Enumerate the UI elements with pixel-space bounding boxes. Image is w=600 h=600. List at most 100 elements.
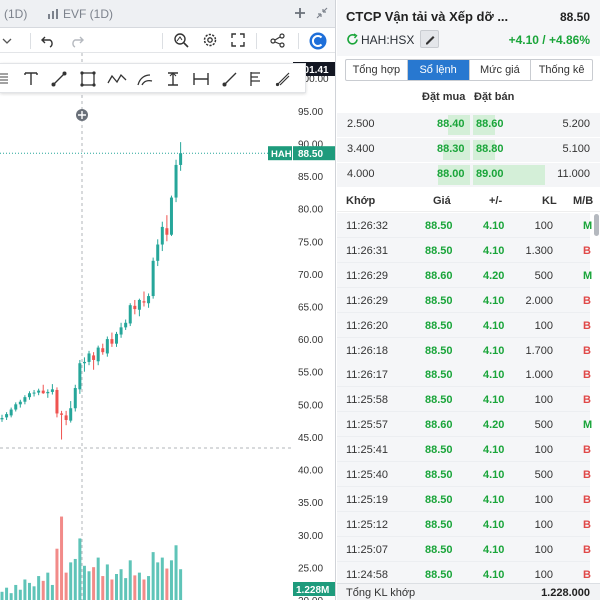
edit-ticker-button[interactable] bbox=[420, 30, 439, 48]
volume-bar bbox=[160, 557, 164, 600]
zoom-search-icon[interactable] bbox=[173, 32, 189, 48]
ask-price[interactable]: 88.80 bbox=[476, 143, 504, 155]
volume-bar bbox=[174, 545, 178, 600]
trade-change: 4.10 bbox=[483, 543, 505, 556]
trade-change: 4.10 bbox=[483, 518, 505, 531]
candle-body bbox=[142, 301, 146, 303]
date-range-tool-icon[interactable] bbox=[192, 71, 210, 87]
undo-icon[interactable] bbox=[41, 34, 55, 48]
trade-row[interactable]: 11:25:40 88.50 4.10 500 B bbox=[337, 462, 591, 487]
ask-price[interactable]: 88.60 bbox=[476, 118, 504, 130]
lines-tool-icon[interactable] bbox=[0, 72, 10, 86]
price-range-tool-icon[interactable] bbox=[165, 71, 181, 87]
price-change: +4.10 / +4.86% bbox=[508, 33, 590, 47]
trade-side: B bbox=[583, 294, 591, 307]
trade-row[interactable]: 11:25:57 88.60 4.20 500 M bbox=[337, 412, 592, 438]
share-icon[interactable] bbox=[270, 33, 285, 48]
text-tool-icon[interactable] bbox=[24, 71, 38, 86]
trade-side: B bbox=[583, 319, 591, 332]
chevron-down-icon[interactable] bbox=[2, 37, 12, 45]
candle-body bbox=[133, 305, 137, 310]
trade-row[interactable]: 11:26:18 88.50 4.10 1.700 B bbox=[337, 337, 591, 363]
bid-price[interactable]: 88.30 bbox=[437, 143, 465, 155]
price-scale-label: 20.00 bbox=[298, 596, 323, 600]
chart-type-icon[interactable] bbox=[47, 8, 59, 20]
tab-evf-1d[interactable]: EVF (1D) bbox=[63, 7, 113, 21]
collapse-icon[interactable] bbox=[316, 7, 328, 19]
tab-so-lenh[interactable]: Sổ lệnh bbox=[407, 60, 470, 80]
brush-tool-icon[interactable] bbox=[136, 71, 156, 87]
trade-volume: 100 bbox=[534, 543, 553, 556]
redo-icon[interactable] bbox=[70, 34, 84, 48]
trade-row[interactable]: 11:26:31 88.50 4.10 1.300 B bbox=[337, 237, 591, 263]
tab-tong-hop[interactable]: Tổng hợp bbox=[346, 60, 408, 80]
trade-row[interactable]: 11:25:41 88.50 4.10 100 B bbox=[337, 437, 591, 463]
price-scale-label: 35.00 bbox=[298, 498, 323, 509]
trade-change: 4.10 bbox=[483, 469, 505, 481]
scrollbar[interactable] bbox=[594, 214, 599, 236]
trade-time: 11:25:07 bbox=[346, 543, 389, 556]
orderbook-row[interactable]: 2.500 88.40 88.60 5.200 bbox=[337, 113, 600, 137]
trade-change: 4.10 bbox=[483, 394, 505, 407]
trade-row[interactable]: 11:26:32 88.50 4.10 100 M bbox=[337, 213, 592, 238]
trade-row[interactable]: 11:25:12 88.50 4.10 100 B bbox=[337, 511, 591, 537]
trade-row[interactable]: 11:26:20 88.50 4.10 100 B bbox=[337, 312, 591, 338]
tab-thong-ke[interactable]: Thống kê bbox=[531, 60, 592, 80]
fullscreen-icon[interactable] bbox=[231, 33, 245, 47]
trade-row[interactable]: 11:25:58 88.50 4.10 100 B bbox=[337, 387, 591, 413]
trade-price: 88.50 bbox=[425, 543, 453, 556]
trade-time: 11:25:40 bbox=[346, 469, 389, 481]
refresh-icon[interactable] bbox=[346, 33, 359, 46]
trade-price: 88.50 bbox=[425, 244, 453, 257]
volume-bar bbox=[110, 579, 114, 600]
price-scale-label: 45.00 bbox=[298, 433, 323, 444]
forecast-tool-icon[interactable] bbox=[275, 71, 291, 87]
trendline-tool-icon[interactable] bbox=[51, 71, 67, 87]
trade-row[interactable]: 11:25:19 88.50 4.10 100 B bbox=[337, 486, 591, 512]
volume-bar bbox=[87, 571, 91, 600]
volume-bar bbox=[23, 579, 27, 600]
chart-panel[interactable]: 100.00 95.00 90.00 85.00 80.00 75.00 70.00 65.0… bbox=[0, 0, 336, 600]
orderbook-row[interactable]: 3.400 88.30 88.80 5.100 bbox=[337, 138, 600, 162]
volume-bar bbox=[156, 562, 160, 600]
app-logo-icon bbox=[309, 32, 327, 50]
add-chart-icon[interactable] bbox=[294, 7, 306, 19]
ask-price[interactable]: 89.00 bbox=[476, 168, 504, 180]
candle-body bbox=[110, 339, 114, 344]
tab-muc-gia[interactable]: Mức giá bbox=[470, 60, 532, 80]
candle-body bbox=[9, 409, 13, 416]
bid-price[interactable]: 88.40 bbox=[437, 118, 465, 130]
trade-side: B bbox=[583, 518, 591, 531]
trade-row[interactable]: 11:25:07 88.50 4.10 100 B bbox=[337, 536, 591, 562]
orderbook-row[interactable]: 4.000 88.00 89.00 11.000 bbox=[337, 163, 600, 187]
trade-time: 11:26:29 bbox=[346, 294, 389, 307]
price-axis[interactable] bbox=[292, 53, 336, 600]
trade-price: 88.50 bbox=[425, 469, 453, 481]
fib-tool-icon[interactable] bbox=[248, 71, 264, 87]
ray-tool-icon[interactable] bbox=[222, 71, 238, 87]
tab-chart-1d[interactable]: (1D) bbox=[4, 7, 27, 21]
volume-bar bbox=[55, 548, 59, 600]
rectangle-tool-icon[interactable] bbox=[80, 71, 96, 87]
trade-row[interactable]: 11:26:17 88.50 4.10 1.000 B bbox=[337, 362, 591, 388]
bid-price[interactable]: 88.00 bbox=[437, 168, 465, 180]
ticker-tag-label: HAH bbox=[271, 149, 292, 160]
volume-bar bbox=[165, 568, 169, 600]
trade-change: 4.10 bbox=[483, 344, 505, 357]
volume-bar bbox=[46, 572, 50, 600]
trade-volume: 500 bbox=[534, 469, 553, 481]
chart-tab-bar: (1D) EVF (1D) bbox=[0, 0, 335, 28]
trade-row[interactable]: 11:26:29 88.50 4.10 2.000 B bbox=[337, 287, 591, 313]
volume-bar bbox=[142, 579, 146, 600]
trade-row[interactable]: 11:26:29 88.60 4.20 500 M bbox=[337, 262, 592, 288]
bid-volume: 4.000 bbox=[347, 168, 375, 180]
trade-time: 11:24:58 bbox=[346, 568, 389, 581]
candle-body bbox=[18, 401, 22, 405]
trade-price: 88.50 bbox=[425, 568, 453, 581]
volume-bar bbox=[60, 516, 64, 600]
gear-icon[interactable] bbox=[202, 32, 218, 48]
last-price-value: 88.50 bbox=[298, 149, 323, 160]
path-tool-icon[interactable] bbox=[107, 71, 127, 87]
candle-body bbox=[160, 226, 164, 245]
volume-bar bbox=[69, 562, 73, 600]
